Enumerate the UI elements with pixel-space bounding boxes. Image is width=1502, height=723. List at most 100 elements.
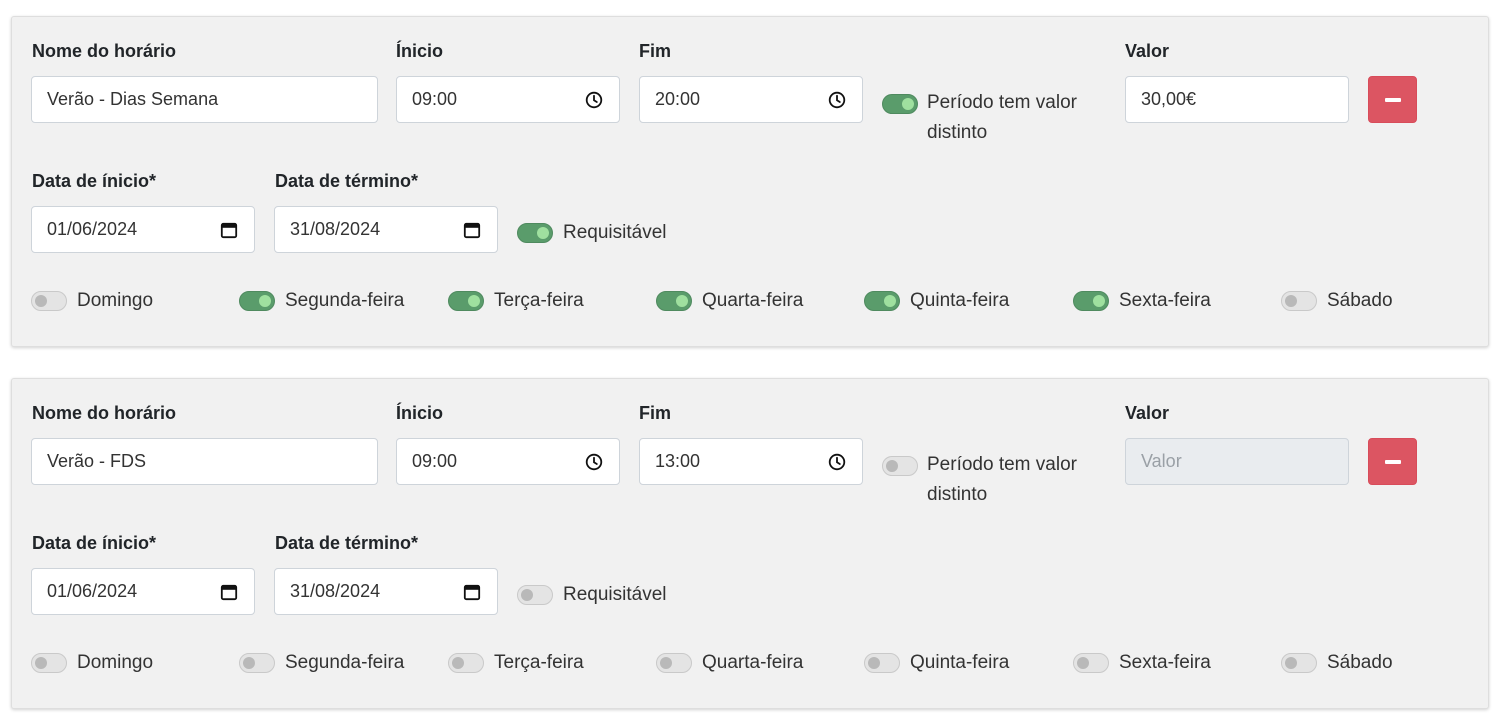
end-date-label: Data de término*: [275, 533, 419, 553]
clock-icon[interactable]: [584, 90, 604, 110]
day-label: Domingo: [77, 290, 154, 311]
toggle-knob: [1285, 295, 1297, 307]
toggle-knob: [1077, 657, 1089, 669]
end-date-input[interactable]: 31/08/2024: [274, 568, 498, 615]
toggle-knob: [259, 295, 271, 307]
start-date-label: Data de ínicio*: [32, 533, 157, 553]
day-toggle[interactable]: [448, 653, 484, 673]
toggle-knob: [884, 295, 896, 307]
remove-schedule-button[interactable]: [1368, 76, 1417, 123]
requestable-label: Requisitável: [563, 584, 667, 605]
toggle-knob: [676, 295, 688, 307]
distinct-value-toggle[interactable]: [882, 94, 918, 114]
start-time-label: Ínicio: [396, 403, 444, 423]
day-label: Sábado: [1327, 652, 1393, 673]
day-toggle[interactable]: [656, 653, 692, 673]
toggle-knob: [452, 657, 464, 669]
start-time-input-value: 09:00: [412, 451, 458, 471]
value-input-value: Valor: [1141, 451, 1182, 471]
day-toggle[interactable]: [1073, 653, 1109, 673]
day-toggle[interactable]: [31, 653, 67, 673]
toggle-knob: [537, 227, 549, 239]
toggle-knob: [35, 657, 47, 669]
day-toggle[interactable]: [448, 291, 484, 311]
day-label: Quinta-feira: [910, 652, 1010, 673]
value-label: Valor: [1125, 41, 1170, 61]
day-label: Quarta-feira: [702, 290, 804, 311]
end-date-input-value: 31/08/2024: [290, 581, 381, 601]
end-date-input-value: 31/08/2024: [290, 219, 381, 239]
schedule-name-label: Nome do horário: [32, 403, 177, 423]
start-date-input-value: 01/06/2024: [47, 581, 138, 601]
calendar-icon[interactable]: [219, 220, 239, 240]
schedule-name-input-value: Verão - Dias Semana: [47, 89, 219, 109]
day-label: Terça-feira: [494, 290, 584, 311]
end-time-label: Fim: [639, 403, 672, 423]
start-date-input-value: 01/06/2024: [47, 219, 138, 239]
value-input-value: 30,00€: [1141, 89, 1197, 109]
day-toggle[interactable]: [864, 291, 900, 311]
clock-icon[interactable]: [827, 452, 847, 472]
day-label: Sexta-feira: [1119, 652, 1211, 673]
end-time-input[interactable]: 20:00: [639, 76, 863, 123]
distinct-value-label-cont: distinto: [927, 122, 988, 143]
day-toggle[interactable]: [239, 653, 275, 673]
day-label: Domingo: [77, 652, 154, 673]
start-date-label: Data de ínicio*: [32, 171, 157, 191]
requestable-label: Requisitável: [563, 222, 667, 243]
schedule-name-input[interactable]: Verão - FDS: [31, 438, 378, 485]
calendar-icon[interactable]: [462, 220, 482, 240]
calendar-icon[interactable]: [462, 582, 482, 602]
day-toggle[interactable]: [656, 291, 692, 311]
schedule-name-label: Nome do horário: [32, 41, 177, 61]
requestable-toggle[interactable]: [517, 223, 553, 243]
start-date-input[interactable]: 01/06/2024: [31, 568, 255, 615]
day-toggle[interactable]: [1281, 291, 1317, 311]
start-date-input[interactable]: 01/06/2024: [31, 206, 255, 253]
day-toggle[interactable]: [864, 653, 900, 673]
toggle-knob: [660, 657, 672, 669]
value-input[interactable]: 30,00€: [1125, 76, 1349, 123]
toggle-knob: [468, 295, 480, 307]
start-time-input[interactable]: 09:00: [396, 76, 620, 123]
day-label: Segunda-feira: [285, 652, 405, 673]
distinct-value-label-cont: distinto: [927, 484, 988, 505]
day-label: Segunda-feira: [285, 290, 405, 311]
minus-icon: [1384, 459, 1401, 464]
end-time-input-value: 13:00: [655, 451, 701, 471]
start-time-label: Ínicio: [396, 41, 444, 61]
toggle-knob: [35, 295, 47, 307]
remove-schedule-button[interactable]: [1368, 438, 1417, 485]
toggle-knob: [868, 657, 880, 669]
end-time-input[interactable]: 13:00: [639, 438, 863, 485]
toggle-knob: [521, 589, 533, 601]
toggle-knob: [902, 98, 914, 110]
day-label: Sábado: [1327, 290, 1393, 311]
end-date-label: Data de término*: [275, 171, 419, 191]
day-label: Sexta-feira: [1119, 290, 1211, 311]
start-time-input[interactable]: 09:00: [396, 438, 620, 485]
toggle-knob: [886, 460, 898, 472]
calendar-icon[interactable]: [219, 582, 239, 602]
value-label: Valor: [1125, 403, 1170, 423]
day-label: Quarta-feira: [702, 652, 804, 673]
day-label: Quinta-feira: [910, 290, 1010, 311]
distinct-value-label: Período tem valor: [927, 92, 1077, 113]
end-date-input[interactable]: 31/08/2024: [274, 206, 498, 253]
day-toggle[interactable]: [1073, 291, 1109, 311]
distinct-value-toggle[interactable]: [882, 456, 918, 476]
end-time-input-value: 20:00: [655, 89, 701, 109]
day-toggle[interactable]: [31, 291, 67, 311]
start-time-input-value: 09:00: [412, 89, 458, 109]
value-input[interactable]: Valor: [1125, 438, 1349, 485]
day-toggle[interactable]: [239, 291, 275, 311]
schedule-card: Nome do horário Ínicio Fim Valor Verão - Dia…: [11, 16, 1489, 347]
end-time-label: Fim: [639, 41, 672, 61]
day-toggle[interactable]: [1281, 653, 1317, 673]
clock-icon[interactable]: [584, 452, 604, 472]
requestable-toggle[interactable]: [517, 585, 553, 605]
schedule-name-input[interactable]: Verão - Dias Semana: [31, 76, 378, 123]
toggle-knob: [1093, 295, 1105, 307]
clock-icon[interactable]: [827, 90, 847, 110]
distinct-value-label: Período tem valor: [927, 454, 1077, 475]
